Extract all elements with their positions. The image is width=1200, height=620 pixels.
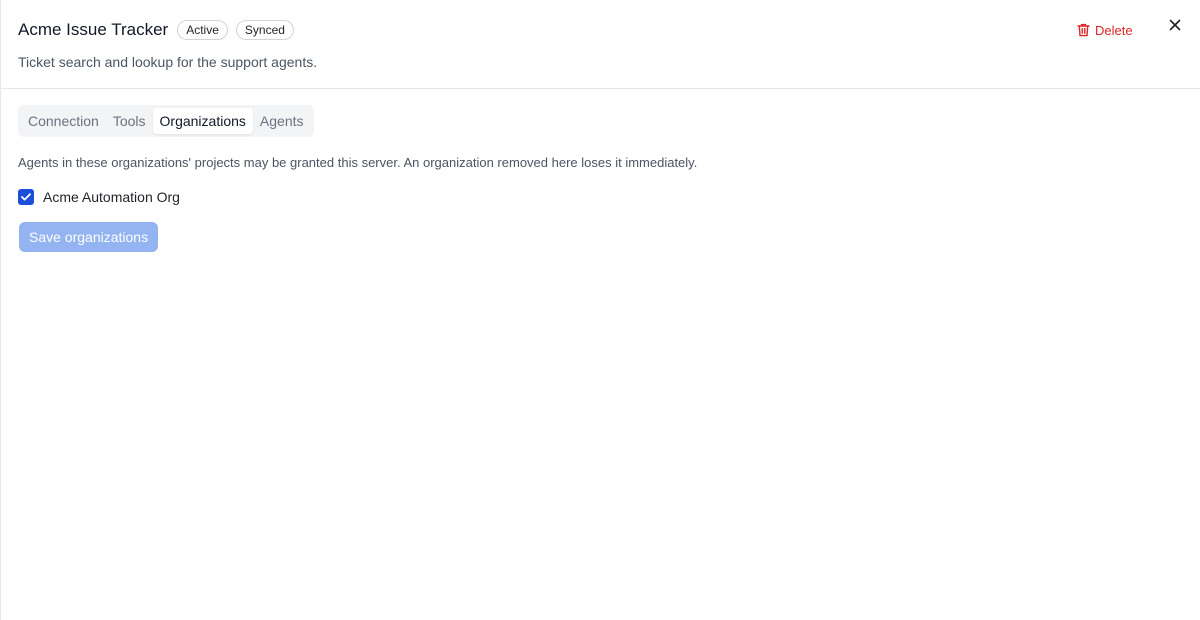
title-row: Acme Issue Tracker Active Synced: [18, 18, 294, 42]
tab-agents[interactable]: Agents: [253, 108, 311, 134]
tab-organizations[interactable]: Organizations: [152, 108, 253, 134]
status-badge-synced: Synced: [235, 20, 294, 40]
delete-button-label: Delete: [1095, 22, 1133, 38]
checkmark-icon: [21, 188, 31, 206]
organizations-description: Agents in these organizations' projects …: [18, 155, 698, 170]
organization-label: Acme Automation Org: [43, 189, 180, 205]
save-organizations-button[interactable]: Save organizations: [19, 222, 159, 252]
server-title: Acme Issue Tracker: [18, 20, 169, 39]
tab-tools[interactable]: Tools: [106, 108, 153, 134]
server-description: Ticket search and lookup for the support…: [18, 54, 318, 70]
organization-checkbox[interactable]: [18, 189, 34, 205]
tab-list: Connection Tools Organizations Agents: [18, 105, 314, 137]
panel-header: Acme Issue Tracker Active Synced Ticket …: [1, 0, 1200, 89]
tab-connection[interactable]: Connection: [21, 108, 106, 134]
close-icon: [1169, 19, 1181, 34]
server-detail-panel: Acme Issue Tracker Active Synced Ticket …: [0, 0, 1200, 620]
organization-option[interactable]: Acme Automation Org: [18, 188, 180, 206]
close-button[interactable]: [1165, 16, 1185, 36]
trash-icon: [1077, 23, 1090, 37]
delete-button[interactable]: Delete: [1073, 18, 1137, 42]
status-badge-active: Active: [177, 20, 228, 40]
